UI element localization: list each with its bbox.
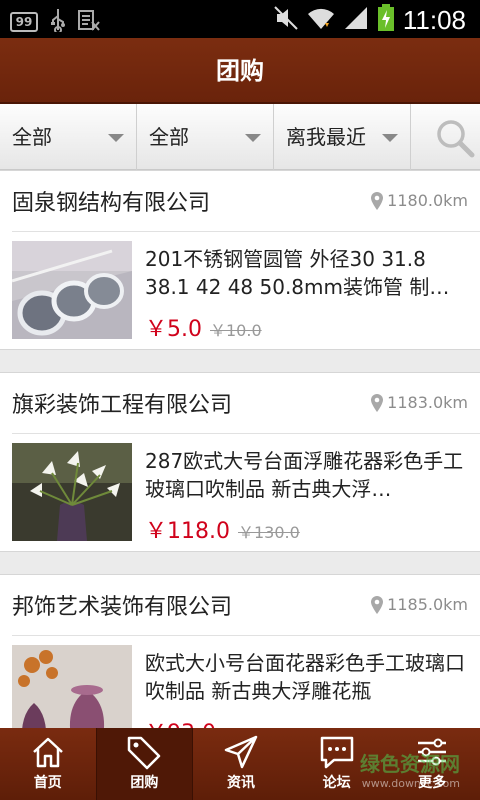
divider — [12, 635, 480, 636]
price: ￥118.0 — [145, 519, 230, 544]
distance-label: 1180.0km — [371, 191, 468, 210]
nav-news[interactable]: 资讯 — [193, 728, 289, 800]
product-description: 287欧式大号台面浮雕花器彩色手工玻璃口吹制品 新古典大浮… — [145, 449, 464, 501]
distance-value: 1183.0km — [387, 393, 468, 412]
title-bar: 团购 — [0, 38, 480, 104]
status-bar: 99 11:08 — [0, 0, 480, 38]
nav-label: 团购 — [130, 775, 159, 791]
distance-label: 1183.0km — [371, 393, 468, 412]
search-icon — [437, 120, 475, 158]
search-button[interactable] — [411, 104, 480, 170]
notification-count-badge: 99 — [10, 12, 38, 32]
nav-home[interactable]: 首页 — [0, 728, 96, 800]
sort-filter-dropdown[interactable]: 离我最近 — [274, 104, 411, 170]
product-description: 欧式大小号台面花器彩色手工玻璃口吹制品 新古典大浮雕花瓶 — [145, 651, 465, 703]
chevron-down-icon — [108, 134, 124, 142]
battery-charging-icon — [377, 4, 395, 36]
home-icon — [32, 737, 63, 768]
debug-icon — [78, 8, 100, 36]
page-title: 团购 — [216, 57, 264, 85]
price: ￥5.0 — [145, 317, 202, 342]
lily-vase-image[interactable] — [12, 443, 132, 541]
area-filter-dropdown[interactable]: 全部 — [137, 104, 274, 170]
signal-icon — [343, 5, 369, 35]
location-pin-icon — [371, 595, 384, 614]
company-name: 邦饰艺术装饰有限公司 — [12, 595, 233, 620]
original-price: ￥10.0 — [210, 321, 262, 340]
listing-card[interactable]: 邦饰艺术装饰有限公司 1185.0km 欧式大小号台面花器彩色手工玻璃口吹制品 … — [0, 574, 480, 754]
steel-pipe-image[interactable] — [12, 241, 132, 339]
original-price: ￥130.0 — [238, 523, 300, 542]
mute-icon — [273, 5, 299, 35]
filter-label: 离我最近 — [286, 125, 366, 149]
filter-label: 全部 — [12, 125, 52, 149]
company-name: 旗彩装饰工程有限公司 — [12, 393, 233, 418]
location-pin-icon — [371, 191, 384, 210]
product-description: 201不锈钢管圆管 外径30 31.8 38.1 42 48 50.8mm装饰管… — [145, 247, 450, 299]
nav-groupbuy[interactable]: 团购 — [95, 728, 194, 800]
company-name: 固泉钢结构有限公司 — [12, 191, 211, 216]
filter-label: 全部 — [149, 125, 189, 149]
watermark-url: www.downcc.com — [361, 777, 460, 790]
chevron-down-icon — [245, 134, 261, 142]
nav-label: 资讯 — [226, 775, 255, 791]
distance-label: 1185.0km — [371, 595, 468, 614]
chat-bubble-icon — [320, 736, 353, 769]
watermark: 绿色资源网 www.downcc.com — [360, 748, 460, 790]
filter-bar: 全部 全部 离我最近 — [0, 104, 480, 170]
distance-value: 1180.0km — [387, 191, 468, 210]
distance-value: 1185.0km — [387, 595, 468, 614]
paper-plane-icon — [224, 735, 258, 769]
nav-label: 首页 — [33, 775, 62, 791]
chevron-down-icon — [382, 134, 398, 142]
listing-card[interactable]: 固泉钢结构有限公司 1180.0km 201不锈钢管圆管 外径30 31.8 3… — [0, 170, 480, 350]
sale-tag-icon — [128, 736, 161, 770]
divider — [12, 433, 480, 434]
usb-icon — [50, 8, 66, 36]
category-filter-dropdown[interactable]: 全部 — [0, 104, 137, 170]
location-pin-icon — [371, 393, 384, 412]
wifi-icon — [307, 5, 335, 35]
divider — [12, 231, 480, 232]
clock: 11:08 — [402, 5, 466, 35]
listing-card[interactable]: 旗彩装饰工程有限公司 1183.0km 287欧式大号台面浮雕花器彩色手工玻璃口… — [0, 372, 480, 552]
watermark-text: 绿色资源网 — [360, 752, 460, 776]
